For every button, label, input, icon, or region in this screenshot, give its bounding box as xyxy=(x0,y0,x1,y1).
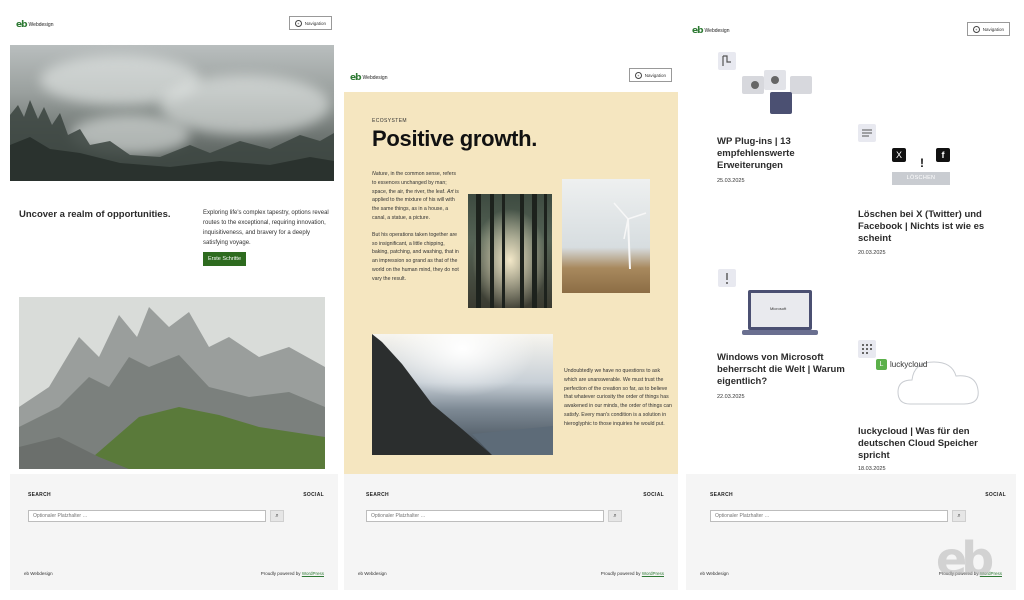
site-header: eb Webdesign + Navigation xyxy=(344,62,678,92)
navigation-button[interactable]: + Navigation xyxy=(966,22,1010,36)
navigation-label: Navigation xyxy=(982,26,1004,32)
footer-powered-by: Proudly powered by WordPress xyxy=(260,571,324,576)
footer-brand: eb Webdesign xyxy=(700,571,729,576)
facebook-logo: f xyxy=(936,148,950,162)
footer-social-heading: SOCIAL xyxy=(643,492,664,498)
post-date: 20.03.2025 xyxy=(858,250,886,256)
luckycloud-logo: L luckycloud xyxy=(876,359,927,370)
magnifier-icon: ⌕ xyxy=(957,513,961,519)
logo-mark: eb xyxy=(16,20,28,30)
microsoft-label: Microsoft xyxy=(770,306,787,311)
post-title-windows[interactable]: Windows von Microsoft beherrscht die Wel… xyxy=(717,352,857,388)
coastline-image xyxy=(372,334,553,455)
lines-icon xyxy=(858,124,876,142)
laptop-image xyxy=(742,290,818,335)
grid-icon xyxy=(858,340,876,358)
get-started-button[interactable]: Erste Schritte xyxy=(203,252,247,266)
footer-powered-by: Proudly powered by WordPress xyxy=(600,571,664,576)
plus-circle-icon: + xyxy=(972,25,980,33)
wind-turbine-image xyxy=(562,179,650,293)
forest-sunlight-image xyxy=(468,194,552,308)
wordpress-link[interactable]: WordPress xyxy=(302,571,324,576)
logo-mark: eb xyxy=(350,73,362,83)
post-title-x-facebook[interactable]: Löschen bei X (Twitter) und Facebook | N… xyxy=(858,209,1008,245)
post-title-luckycloud[interactable]: luckycloud | Was für den deutschen Cloud… xyxy=(858,426,1008,462)
logo-mark: eb xyxy=(692,26,704,36)
site-footer: SEARCH SOCIAL ⌕ eb Webdesign Proudly pow… xyxy=(10,474,338,590)
questions-text: Undoubtedly we have no questions to ask … xyxy=(564,368,672,427)
site-logo[interactable]: eb Webdesign xyxy=(350,73,387,83)
preview-panel-landing: eb Webdesign + Navigation Uncover a real… xyxy=(10,10,338,590)
exclamation-icon xyxy=(718,269,736,287)
plus-circle-icon: + xyxy=(294,19,302,27)
eb-watermark-logo: eb xyxy=(936,532,994,586)
preview-panel-ecosystem: eb Webdesign + Navigation ECOSYSTEM Posi… xyxy=(344,62,678,590)
logo-text: Webdesign xyxy=(28,22,54,28)
footer-search-button[interactable]: ⌕ xyxy=(270,510,284,522)
mountain-image xyxy=(19,297,325,469)
post-title-wp-plugins[interactable]: WP Plug-ins | 13 empfehlenswerte Erweite… xyxy=(717,136,857,172)
footer-search-input[interactable] xyxy=(28,510,266,522)
preview-panel-blog: eb Webdesign + Navigation WP Plug-ins | … xyxy=(686,14,1016,590)
logo-text: Webdesign xyxy=(362,75,388,81)
footer-social-heading: SOCIAL xyxy=(985,492,1006,498)
magnifier-icon: ⌕ xyxy=(275,513,279,519)
navigation-button[interactable]: + Navigation xyxy=(288,16,332,30)
footer-search-input[interactable] xyxy=(710,510,948,522)
hero-image-foggy-forest xyxy=(10,45,334,181)
nature-text: Nature, in the common sense, refers to e… xyxy=(372,171,459,282)
logo-text: Webdesign xyxy=(704,28,730,34)
section-heading: Uncover a realm of opportunities. xyxy=(19,209,171,220)
wordpress-link[interactable]: WordPress xyxy=(642,571,664,576)
magnifier-icon: ⌕ xyxy=(613,513,617,519)
post-date: 22.03.2025 xyxy=(717,394,745,400)
x-twitter-logo: X xyxy=(892,148,906,162)
site-logo[interactable]: eb Webdesign xyxy=(692,26,729,36)
section-eyebrow: ECOSYSTEM xyxy=(372,118,407,124)
footer-search-heading: SEARCH xyxy=(366,492,389,498)
navigation-label: Navigation xyxy=(304,20,326,26)
navigation-button[interactable]: + Navigation xyxy=(628,68,672,82)
plus-circle-icon: + xyxy=(634,71,642,79)
footer-brand: eb Webdesign xyxy=(358,571,387,576)
footer-search-input[interactable] xyxy=(366,510,604,522)
footer-social-heading: SOCIAL xyxy=(303,492,324,498)
footer-search-heading: SEARCH xyxy=(710,492,733,498)
section-text: Exploring life's complex tapestry, optio… xyxy=(203,210,329,246)
post-date: 25.03.2025 xyxy=(717,178,745,184)
delete-button-illustration: LÖSCHEN xyxy=(892,172,950,185)
section-title: Positive growth. xyxy=(372,126,538,151)
navigation-label: Navigation xyxy=(644,72,666,78)
site-footer: SEARCH SOCIAL ⌕ eb Webdesign Proudly pow… xyxy=(344,474,678,590)
site-header: eb Webdesign + Navigation xyxy=(686,14,1016,44)
footer-search-button[interactable]: ⌕ xyxy=(952,510,966,522)
post-date: 18.03.2025 xyxy=(858,466,886,472)
footer-search-heading: SEARCH xyxy=(28,492,51,498)
footer-brand: eb Webdesign xyxy=(24,571,53,576)
forest-silhouette xyxy=(10,100,334,181)
site-logo[interactable]: eb Webdesign xyxy=(16,20,53,30)
exclamation-icon: ! xyxy=(920,156,924,170)
puzzle-pieces-image xyxy=(742,70,812,114)
footer-search-button[interactable]: ⌕ xyxy=(608,510,622,522)
plugin-icon xyxy=(718,52,736,70)
site-header: eb Webdesign + Navigation xyxy=(10,10,338,40)
